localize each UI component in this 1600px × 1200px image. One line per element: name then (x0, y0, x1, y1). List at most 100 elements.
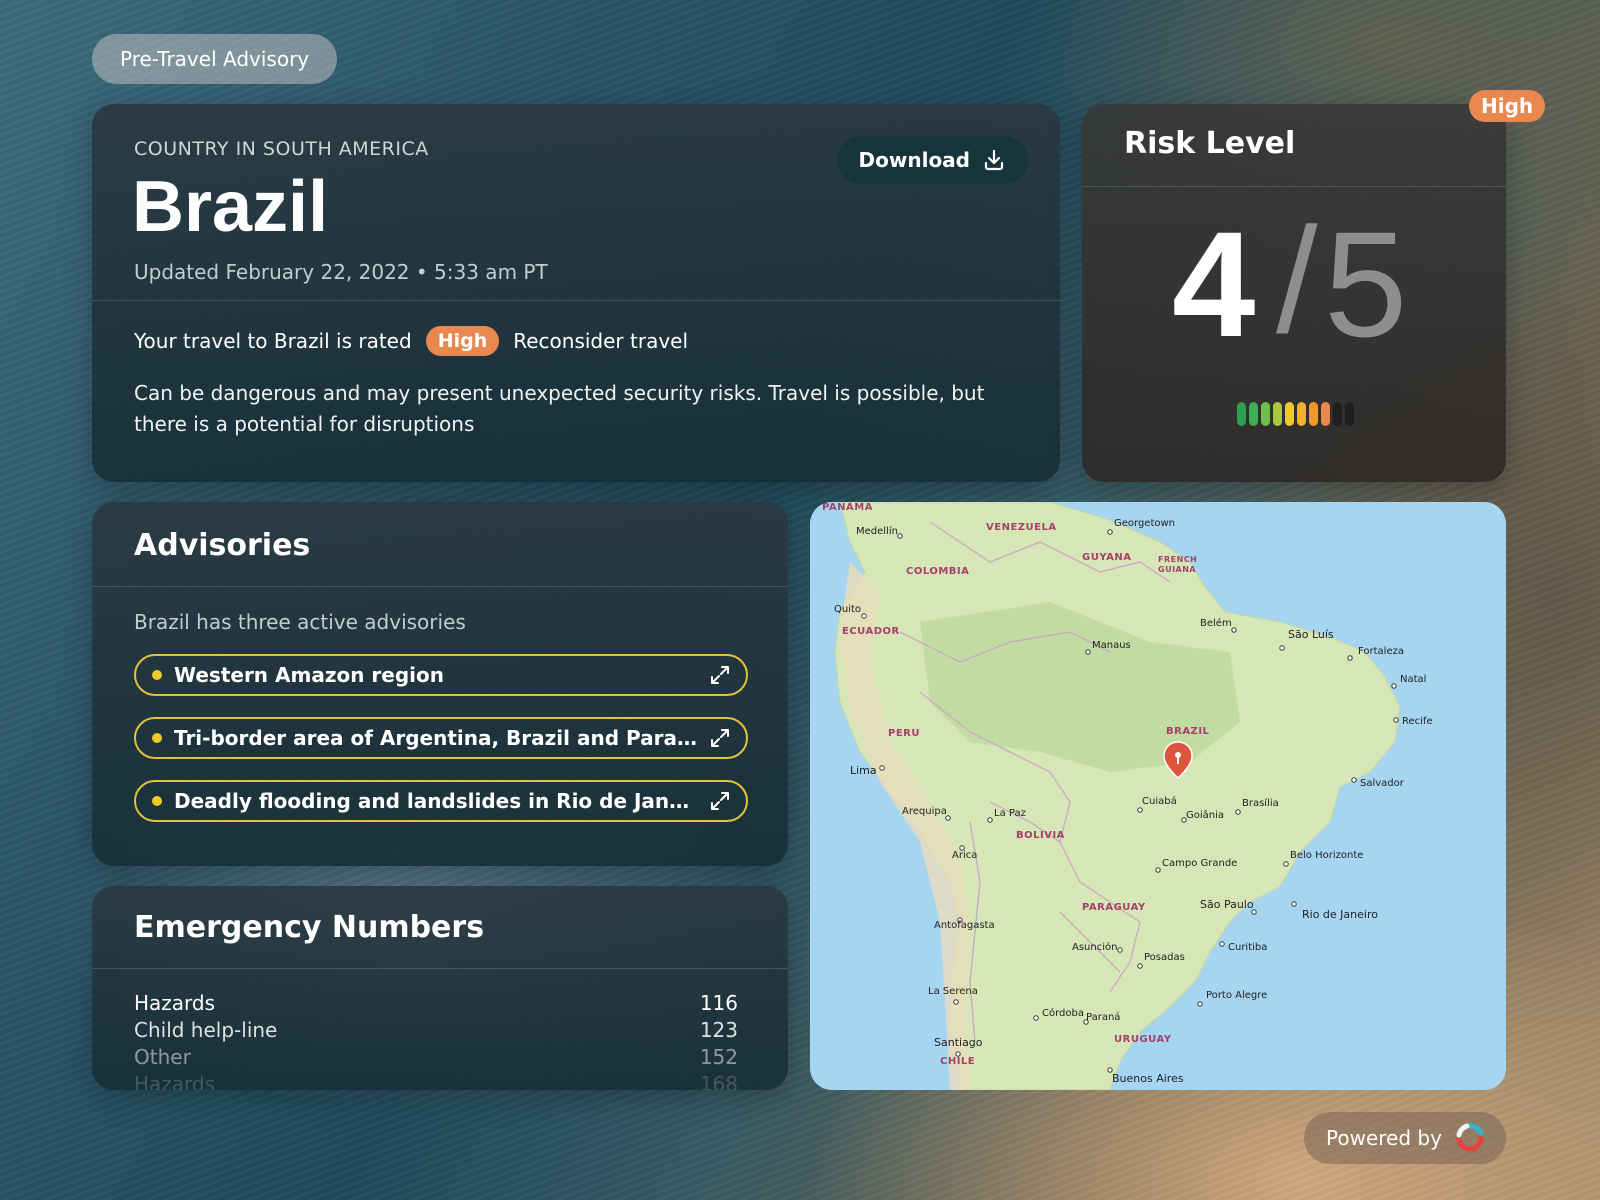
advisory-item[interactable]: Deadly flooding and landslides in Rio de… (134, 780, 748, 822)
expand-icon[interactable] (708, 789, 732, 813)
meter-segment-filled (1273, 402, 1282, 426)
advisory-item[interactable]: Tri-border area of Argentina, Brazil and… (134, 717, 748, 759)
bullet-dot-icon (152, 796, 162, 806)
emergency-number: 116 (699, 991, 738, 1015)
emergency-row: Child help-line 123 (134, 1017, 738, 1044)
emergency-label: Other (134, 1045, 191, 1069)
map-country-label: GUYANA (1082, 552, 1131, 563)
map-country-label: GUIANA (1158, 565, 1196, 574)
rating-description: Can be dangerous and may present unexpec… (134, 381, 985, 436)
emergency-divider (92, 968, 788, 969)
bullet-dot-icon (152, 733, 162, 743)
rating-badge: High (425, 326, 500, 356)
risk-score: 4 / 5 (1172, 200, 1432, 368)
map-country-label: ECUADOR (842, 626, 900, 637)
emergency-label: Hazards (134, 991, 216, 1015)
emergency-row: Other 152 (134, 1044, 738, 1071)
emergency-number: 123 (699, 1018, 738, 1042)
risk-level-card: Risk Level 4 / 5 (1082, 104, 1506, 482)
map-city-label: Belém (1200, 617, 1232, 629)
country-name: Brazil (132, 167, 329, 247)
map-city-label: La Paz (994, 808, 1026, 819)
risk-level-tag: High (1469, 90, 1546, 122)
powered-by-badge[interactable]: Powered by (1304, 1112, 1506, 1164)
map-city-label: Posadas (1144, 952, 1185, 963)
map-country-label: COLOMBIA (906, 566, 969, 577)
country-card: COUNTRY IN SOUTH AMERICA Brazil Updated … (92, 104, 1060, 482)
map-city-label: Lima (850, 764, 877, 777)
map-country-label: VENEZUELA (986, 522, 1057, 533)
emergency-number: 152 (699, 1045, 738, 1069)
map-city-label: Recife (1402, 716, 1433, 727)
map-city-label: Quito (834, 604, 861, 615)
map-city-label: Buenos Aires (1112, 1072, 1184, 1085)
emergency-numbers-card: Emergency Numbers Hazards 116 Child help… (92, 886, 788, 1090)
advisories-subtitle: Brazil has three active advisories (134, 610, 466, 634)
pre-travel-advisory-pill: Pre-Travel Advisory (92, 34, 338, 84)
map-city-label: Santiago (934, 1036, 983, 1049)
map-country-label: PERU (888, 728, 920, 739)
meter-segment-filled (1321, 402, 1330, 426)
risk-score-max: 5 (1324, 200, 1408, 368)
download-icon (984, 149, 1004, 171)
map-country-label: CHILE (940, 1056, 975, 1067)
map-city-label: Salvador (1360, 778, 1405, 789)
risk-divider (1082, 186, 1506, 187)
expand-icon[interactable] (708, 663, 732, 687)
expand-icon[interactable] (708, 726, 732, 750)
advisory-label: Deadly flooding and landslides in Rio de… (174, 789, 698, 813)
emergency-number: 168 (699, 1072, 738, 1090)
brand-logo-icon (1456, 1123, 1484, 1152)
emergency-title: Emergency Numbers (134, 910, 485, 945)
advisories-title: Advisories (134, 528, 311, 563)
meter-segment-filled (1249, 402, 1258, 426)
emergency-row: Hazards 116 (134, 990, 738, 1017)
map-country-label: FRENCH (1158, 555, 1197, 564)
map-city-label: Antofagasta (934, 920, 995, 931)
map-city-label: Fortaleza (1358, 646, 1404, 657)
map-city-label: Rio de Janeiro (1302, 908, 1378, 921)
advisory-item[interactable]: Western Amazon region (134, 654, 748, 696)
map-city-label: Porto Alegre (1206, 990, 1267, 1001)
emergency-label: Hazards (134, 1072, 216, 1090)
risk-score-value: 4 (1172, 200, 1256, 368)
map-city-label: Brasília (1242, 797, 1279, 809)
map-city-label: Campo Grande (1162, 858, 1237, 869)
meter-segment-filled (1297, 402, 1306, 426)
map-city-label: Curitiba (1228, 942, 1267, 953)
meter-segment-filled (1237, 402, 1246, 426)
risk-score-slash: / (1276, 196, 1318, 364)
map-city-label: Córdoba (1042, 1007, 1084, 1019)
map-country-label: URUGUAY (1114, 1034, 1172, 1045)
advisory-label: Tri-border area of Argentina, Brazil and… (174, 726, 698, 750)
risk-level-title: Risk Level (1124, 126, 1296, 161)
map-city-label: Georgetown (1114, 518, 1175, 529)
rated-prefix: Your travel to Brazil is rated (134, 329, 412, 353)
map-city-label: Asunción (1072, 941, 1117, 953)
map-city-label: Belo Horizonte (1290, 850, 1363, 861)
map-city-label: La Serena (928, 986, 978, 997)
download-button[interactable]: Download (836, 136, 1028, 184)
country-divider (92, 300, 1060, 301)
map-country-label: BOLIVIA (1016, 830, 1065, 841)
map-country-label: PARAGUAY (1082, 902, 1146, 913)
map-city-label: São Luís (1288, 628, 1334, 641)
travel-rating-line: Your travel to Brazil is rated High Reco… (134, 326, 688, 356)
country-eyebrow: COUNTRY IN SOUTH AMERICA (134, 138, 429, 160)
meter-segment-empty (1345, 402, 1354, 426)
map-city-label: Arica (952, 850, 977, 861)
map-city-label: Medellín (856, 525, 898, 537)
meter-segment-empty (1333, 402, 1342, 426)
bullet-dot-icon (152, 670, 162, 680)
emergency-label: Child help-line (134, 1018, 278, 1042)
map-city-label: Cuiabá (1142, 795, 1177, 807)
updated-timestamp: Updated February 22, 2022 • 5:33 am PT (134, 260, 548, 284)
meter-segment-filled (1285, 402, 1294, 426)
map-country-label: PANAMA (822, 502, 873, 513)
download-label: Download (858, 148, 970, 172)
emergency-list[interactable]: Hazards 116 Child help-line 123 Other 15… (134, 990, 738, 1090)
map-canvas[interactable]: PANAMA VENEZUELA COLOMBIA GUYANA FRENCH … (810, 502, 1506, 1090)
advisory-list: Western Amazon region Tri-border area of… (134, 654, 748, 843)
country-map[interactable]: PANAMA VENEZUELA COLOMBIA GUYANA FRENCH … (810, 502, 1506, 1090)
map-city-label: Goiânia (1186, 809, 1224, 821)
